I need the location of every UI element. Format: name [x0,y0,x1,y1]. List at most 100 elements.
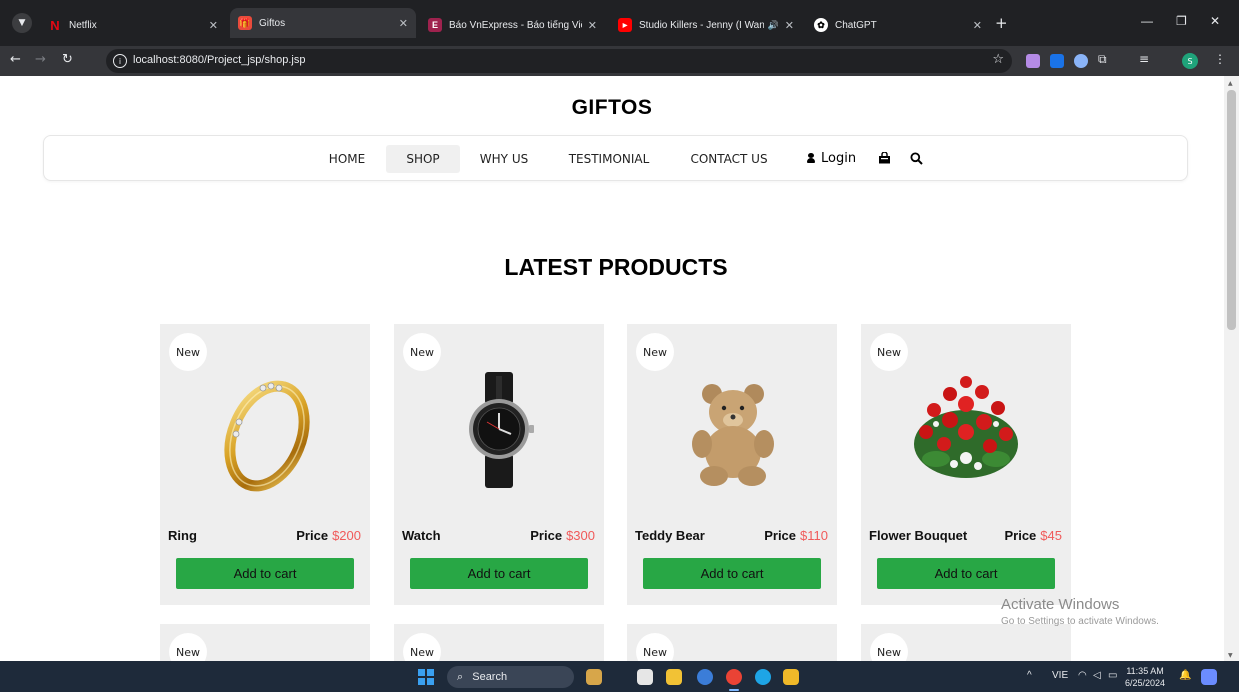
tab-giftos[interactable]: 🎁 Giftos ✕ [230,8,416,38]
new-badge: New [403,633,441,661]
youtube-icon: ▶ [618,18,632,32]
new-badge: New [636,333,674,371]
new-tab-button[interactable]: + [995,14,1008,32]
app-icon[interactable] [783,669,799,685]
product-card[interactable]: New Teddy Bear Price $110 Add to cart [627,324,837,605]
site-brand[interactable]: GIFTOS [0,96,1224,120]
tab-search-button[interactable]: ▼ [12,13,32,33]
login-link[interactable]: Login [807,145,856,173]
back-icon[interactable]: ← [10,52,21,67]
search-icon[interactable] [910,152,923,165]
copilot-icon[interactable] [1201,669,1217,685]
add-to-cart-button[interactable]: Add to cart [877,558,1055,589]
product-card[interactable]: New [394,624,604,661]
close-tab-icon[interactable]: ✕ [588,19,597,32]
tab-vnexpress[interactable]: E Báo VnExpress - Báo tiếng Việt ✕ [420,12,605,38]
product-card[interactable]: New Watch Price $300 Add to cart [394,324,604,605]
add-to-cart-button[interactable]: Add to cart [410,558,588,589]
taskbar-search[interactable]: ⌕ Search [447,666,574,688]
browser-toolbar: ← → ↻ i localhost:8080/Project_jsp/shop.… [0,46,1239,76]
chatgpt-icon: ✿ [814,18,828,32]
taskbar-clock[interactable]: 11:35 AM 6/25/2024 [1125,665,1165,689]
chrome-icon[interactable] [726,669,742,685]
reading-list-icon[interactable]: ≡ [1139,52,1149,66]
section-title: LATEST PRODUCTS [504,254,728,280]
site-info-icon[interactable]: i [113,54,127,68]
nav-testimonial[interactable]: TESTIMONIAL [552,145,666,173]
url-text[interactable]: localhost:8080/Project_jsp/shop.jsp [133,54,305,66]
scroll-up-icon[interactable]: ▲ [1228,80,1233,87]
page-scrollbar[interactable]: ▲ ▼ [1224,76,1239,661]
edge-icon[interactable] [755,669,771,685]
new-badge: New [169,333,207,371]
new-badge: New [870,633,908,661]
close-tab-icon[interactable]: ✕ [209,19,218,32]
volume-icon[interactable]: ◁ [1093,670,1101,681]
site-navbar: HOME SHOP WHY US TESTIMONIAL CONTACT US … [43,135,1188,181]
product-card[interactable]: New [627,624,837,661]
product-card[interactable]: New [160,624,370,661]
clock-time: 11:35 AM [1126,666,1164,676]
speaker-icon[interactable]: 🔊 [768,20,779,31]
product-card[interactable]: New Flower Bouquet Price $45 Add to cart [861,324,1071,605]
product-card[interactable]: New [861,624,1071,661]
teddy-bear-image [692,384,774,486]
widgets-icon[interactable] [586,669,602,685]
bookmark-star-icon[interactable]: ☆ [992,52,1004,67]
reload-icon[interactable]: ↻ [62,52,73,67]
close-tab-icon[interactable]: ✕ [399,17,408,30]
avatar[interactable]: S [1182,53,1198,69]
battery-icon[interactable]: ▭ [1108,670,1117,681]
watermark-line1: Activate Windows [1001,596,1120,613]
file-explorer-icon[interactable] [666,669,682,685]
language-indicator[interactable]: VIE [1052,670,1068,681]
nav-contact-us[interactable]: CONTACT US [676,145,782,173]
active-app-indicator [729,689,739,691]
wifi-icon[interactable]: ◠ [1078,670,1087,681]
tab-youtube[interactable]: ▶ Studio Killers - Jenny (I Wan 🔊 ✕ [610,12,802,38]
price-label: Price [764,528,797,543]
extension-icon[interactable] [1074,54,1088,68]
extension-icon[interactable] [1050,54,1064,68]
new-badge: New [169,633,207,661]
minimize-icon[interactable]: — [1141,14,1153,28]
extension-icon[interactable] [1026,54,1040,68]
product-name: Ring [168,528,197,543]
product-price: Price $200 [296,528,361,543]
restore-icon[interactable]: ❐ [1176,14,1187,28]
shopping-bag-icon[interactable] [878,152,891,164]
new-badge: New [636,633,674,661]
close-window-icon[interactable]: ✕ [1210,14,1220,28]
search-icon: ⌕ [457,671,464,683]
task-view-icon[interactable] [637,669,653,685]
tab-netflix[interactable]: N Netflix ✕ [40,12,226,38]
price-label: Price [1004,528,1037,543]
nav-home[interactable]: HOME [316,145,378,173]
scroll-down-icon[interactable]: ▼ [1228,652,1233,659]
price-value: $300 [566,528,595,543]
flower-bouquet-image [914,376,1018,478]
add-to-cart-button[interactable]: Add to cart [176,558,354,589]
windows-start-icon[interactable] [418,669,434,685]
forward-icon[interactable]: → [35,52,46,67]
notification-bell-icon[interactable]: 🔔 [1179,670,1191,681]
address-bar[interactable]: i localhost:8080/Project_jsp/shop.jsp ☆ [106,49,1012,73]
tab-chatgpt[interactable]: ✿ ChatGPT ✕ [806,12,990,38]
windows-taskbar: ⌕ Search ^ VIE ◠ ◁ ▭ 11:35 AM 6/25/2024 … [0,661,1239,692]
close-tab-icon[interactable]: ✕ [785,19,794,32]
app-icon[interactable] [697,669,713,685]
close-tab-icon[interactable]: ✕ [973,19,982,32]
menu-icon[interactable]: ⋮ [1214,52,1226,66]
extensions-puzzle-icon[interactable]: ⧉ [1098,52,1107,67]
scroll-thumb[interactable] [1227,90,1236,330]
watch-image [469,372,534,488]
nav-shop[interactable]: SHOP [386,145,460,173]
product-name: Watch [402,528,441,543]
gift-icon: 🎁 [238,16,252,30]
nav-why-us[interactable]: WHY US [466,145,542,173]
page-viewport: GIFTOS HOME SHOP WHY US TESTIMONIAL CONT… [0,76,1224,661]
product-card[interactable]: New Ring Price $200 Add to cart [160,324,370,605]
add-to-cart-button[interactable]: Add to cart [643,558,821,589]
show-hidden-icons-icon[interactable]: ^ [1027,670,1032,681]
price-value: $110 [800,528,828,543]
